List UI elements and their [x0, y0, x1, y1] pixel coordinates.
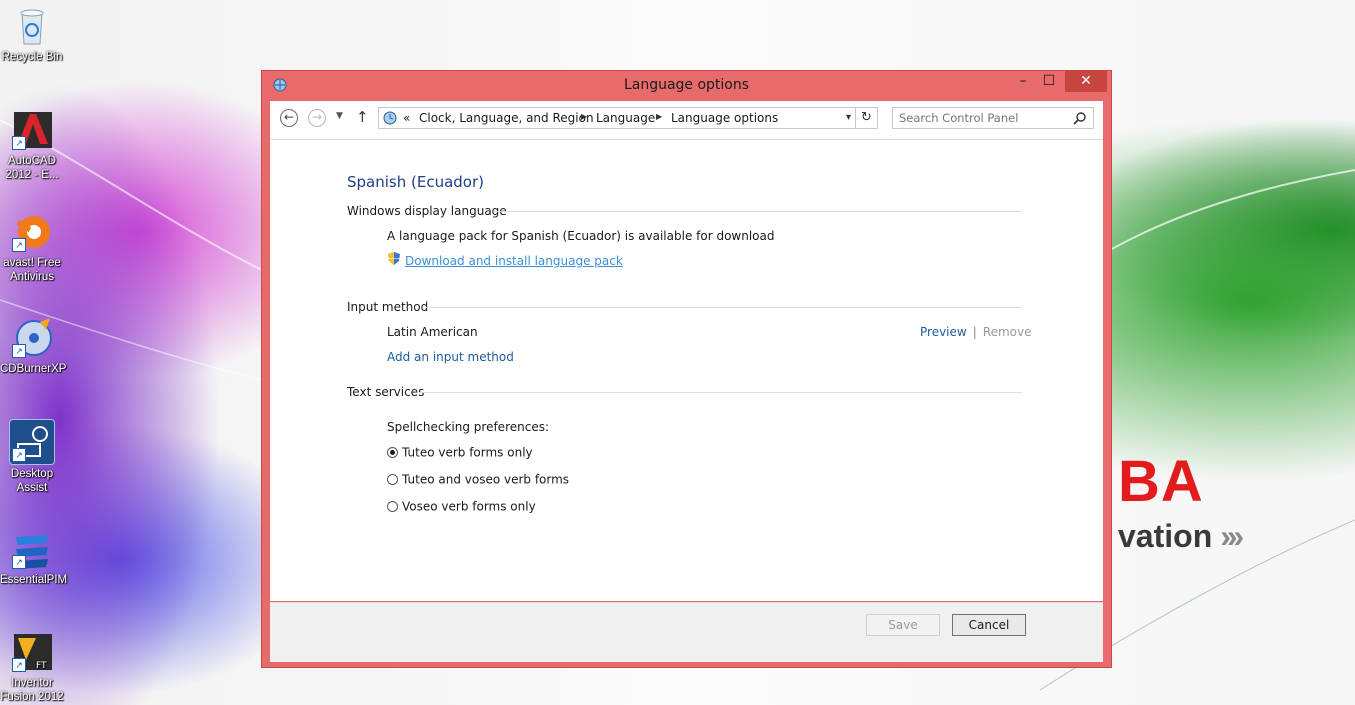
radio-button-checked[interactable]	[387, 447, 398, 458]
desktop-icon-label: EssentialPIM	[0, 574, 68, 586]
language-options-window: Language options – ☐ ✕ ← → ▼ ↑ « Clock, …	[261, 70, 1112, 668]
wallpaper-brand-sub-text: vation	[1118, 518, 1213, 554]
radio-button[interactable]	[387, 501, 398, 512]
section-heading-text-services: Text services	[347, 385, 425, 399]
input-method-actions: Preview | Remove	[920, 325, 1031, 339]
recent-locations-dropdown[interactable]: ▼	[336, 111, 343, 121]
recycle-bin-icon	[10, 4, 54, 48]
maximize-button[interactable]: ☐	[1036, 71, 1062, 92]
wallpaper-chevrons: ›››	[1220, 518, 1244, 554]
page-title: Spanish (Ecuador)	[347, 173, 484, 191]
radio-option-voseo[interactable]: Voseo verb forms only	[387, 499, 536, 515]
cancel-button[interactable]: Cancel	[952, 614, 1026, 636]
address-bar[interactable]: « Clock, Language, and Region ▶ Language…	[378, 107, 856, 129]
refresh-button[interactable]: ↻	[856, 107, 878, 129]
radio-button[interactable]	[387, 474, 398, 485]
radio-label: Voseo verb forms only	[402, 499, 536, 514]
essentialpim-icon: ↗	[10, 527, 54, 571]
forward-button[interactable]: →	[308, 109, 326, 127]
breadcrumb-separator-icon[interactable]: ▶	[581, 112, 587, 121]
remove-link[interactable]: Remove	[983, 325, 1032, 339]
shortcut-arrow-icon: ↗	[12, 448, 26, 462]
save-button[interactable]: Save	[866, 614, 940, 636]
input-method-name: Latin American	[387, 325, 478, 339]
window-title: Language options	[623, 77, 750, 93]
shortcut-arrow-icon: ↗	[12, 136, 26, 150]
desktop-icon-avast[interactable]: ↗ avast! Free Antivirus	[0, 210, 64, 284]
section-heading-display-language: Windows display language	[347, 204, 507, 218]
address-dropdown-icon[interactable]: ▾	[846, 112, 851, 123]
clock-language-region-icon	[383, 111, 397, 125]
up-button[interactable]: ↑	[356, 108, 369, 126]
search-icon[interactable]	[1073, 111, 1087, 125]
search-box[interactable]	[892, 107, 1094, 129]
desktop-icon-cdburnerxp[interactable]: ↗ CDBurnerXP	[0, 316, 67, 376]
shortcut-arrow-icon: ↗	[12, 658, 26, 672]
download-language-pack-link[interactable]: Download and install language pack	[405, 254, 623, 268]
shortcut-arrow-icon: ↗	[12, 238, 26, 252]
radio-option-tuteo-and-voseo[interactable]: Tuteo and voseo verb forms	[387, 472, 569, 488]
spellchecking-label: Spellchecking preferences:	[387, 420, 549, 434]
desktop-icon-desktop-assist[interactable]: ↗ Desktop Assist	[0, 419, 64, 495]
radio-label: Tuteo verb forms only	[402, 445, 533, 460]
minimize-button[interactable]: –	[1010, 71, 1036, 92]
svg-text:FT: FT	[36, 661, 47, 671]
desktop-icon-inventor-fusion[interactable]: FT ↗ Inventor Fusion 2012	[0, 630, 64, 704]
shortcut-arrow-icon: ↗	[12, 555, 26, 569]
avast-icon: ↗	[10, 210, 54, 254]
preview-link[interactable]: Preview	[920, 325, 967, 339]
wallpaper-brand-text: BA	[1118, 449, 1204, 514]
add-input-method-link[interactable]: Add an input method	[387, 350, 514, 364]
inventor-fusion-icon: FT ↗	[10, 630, 54, 674]
breadcrumb-clock-language-region[interactable]: Clock, Language, and Region	[419, 111, 594, 125]
cdburnerxp-icon: ↗	[10, 316, 54, 360]
radio-label: Tuteo and voseo verb forms	[402, 472, 570, 487]
desktop-icon-recycle-bin[interactable]: Recycle Bin	[0, 4, 64, 64]
desktop-icon-label: CDBurnerXP	[0, 363, 67, 375]
desktop-icon-label: AutoCAD 2012 - E...	[5, 155, 59, 181]
breadcrumb-separator-icon[interactable]: ▶	[656, 112, 662, 121]
section-divider	[426, 307, 1022, 308]
breadcrumb-overflow[interactable]: «	[403, 111, 410, 125]
radio-option-tuteo[interactable]: Tuteo verb forms only	[387, 445, 533, 461]
search-input[interactable]	[899, 110, 1064, 126]
title-bar[interactable]: Language options – ☐ ✕	[262, 71, 1111, 101]
desktop-icon-label: Inventor Fusion 2012	[0, 677, 64, 703]
link-separator: |	[972, 325, 977, 339]
language-pack-message: A language pack for Spanish (Ecuador) is…	[387, 229, 775, 243]
section-heading-input-method: Input method	[347, 300, 429, 314]
desktop-icon-essentialpim[interactable]: ↗ EssentialPIM	[0, 527, 68, 587]
breadcrumb-language-options[interactable]: Language options	[671, 111, 778, 125]
autocad-icon: ↗	[10, 108, 54, 152]
close-button[interactable]: ✕	[1065, 71, 1107, 92]
navigation-bar: ← → ▼ ↑ « Clock, Language, and Region ▶ …	[270, 101, 1103, 140]
main-content: Spanish (Ecuador) Windows display langua…	[270, 140, 1103, 601]
section-divider	[494, 211, 1022, 212]
desktop-icon-label: Desktop Assist	[10, 468, 54, 494]
dialog-footer: Save Cancel	[270, 602, 1103, 662]
back-button[interactable]: ←	[280, 109, 298, 127]
breadcrumb-language[interactable]: Language	[596, 111, 655, 125]
wallpaper-brand-subtitle: vation ›››	[1118, 518, 1244, 555]
shortcut-arrow-icon: ↗	[12, 344, 26, 358]
desktop-icon-autocad[interactable]: ↗ AutoCAD 2012 - E...	[0, 108, 64, 182]
desktop-assist-icon: ↗	[9, 419, 55, 465]
desktop-icon-label: Recycle Bin	[1, 51, 63, 63]
uac-shield-icon	[388, 252, 400, 265]
section-divider	[420, 392, 1022, 393]
desktop-icon-label: avast! Free Antivirus	[3, 257, 61, 283]
